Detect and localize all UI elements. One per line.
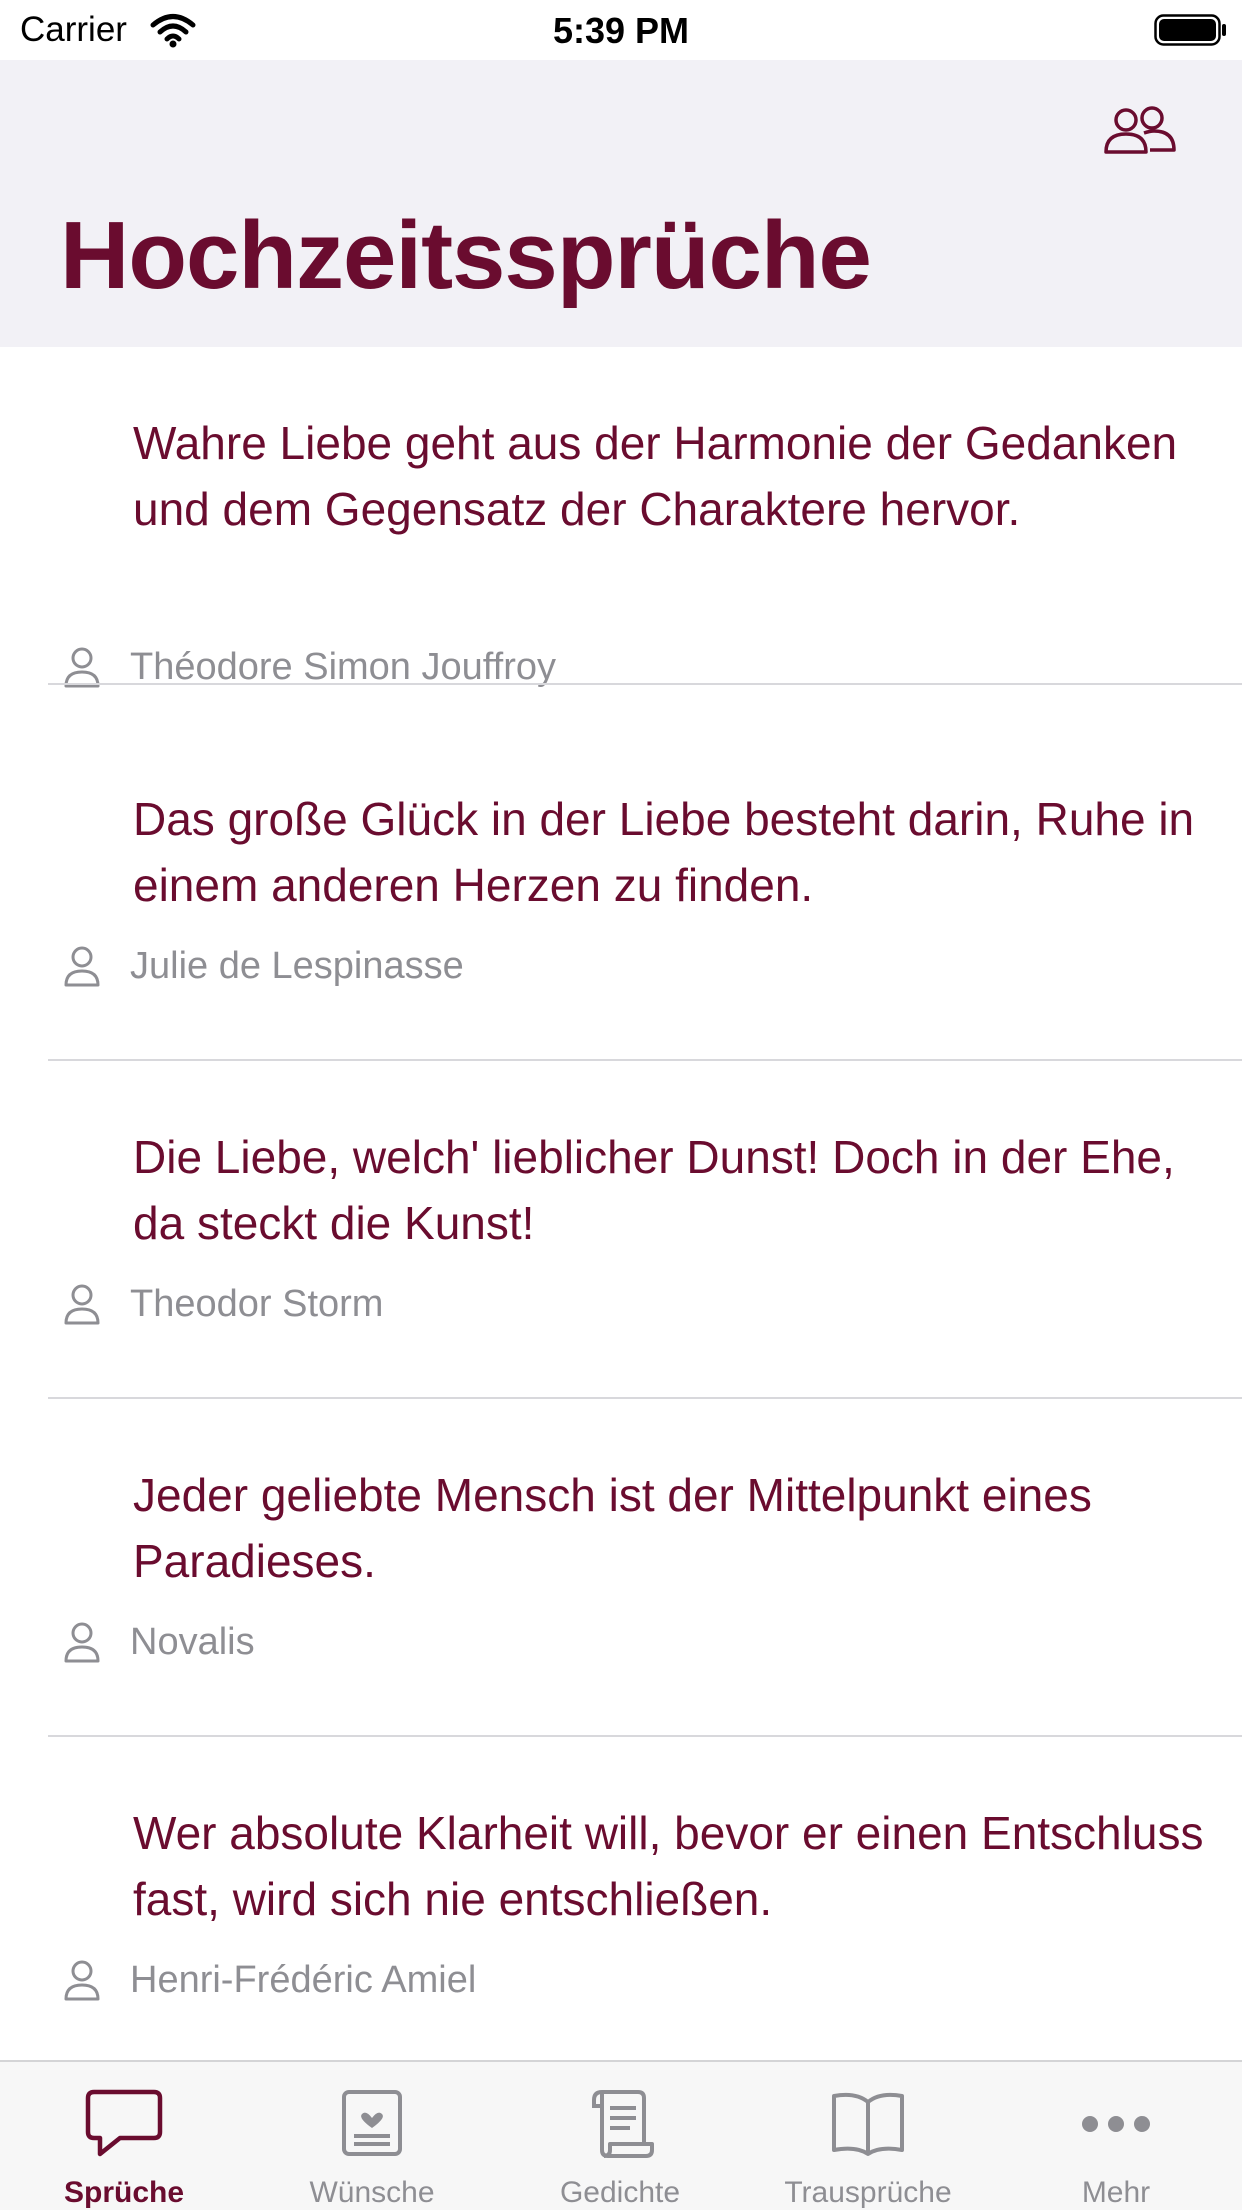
tab-wuensche[interactable]: Wünsche — [248, 2062, 496, 2210]
author-name: Theodor Storm — [130, 1282, 384, 1325]
quote-text: Wer absolute Klarheit will, bevor er ein… — [133, 1807, 1204, 1925]
tab-bar: Sprüche Wünsche Gedichte Trausprüche Meh… — [0, 2060, 1242, 2210]
author-row: Henri-Frédéric Amiel — [62, 1957, 476, 2003]
quote-text: Jeder geliebte Mensch ist der Mittelpunk… — [133, 1469, 1092, 1587]
tab-label: Trausprüche — [784, 2176, 952, 2209]
tab-label: Sprüche — [63, 2176, 185, 2209]
tab-trausprueche[interactable]: Trausprüche — [744, 2062, 992, 2210]
authors-button[interactable] — [1100, 100, 1180, 160]
tab-sprueche[interactable]: Sprüche — [0, 2062, 248, 2210]
more-icon — [1082, 2116, 1150, 2132]
quote-text: Die Liebe, welch' lieblicher Dunst! Doch… — [133, 1131, 1175, 1249]
page-title: Hochzeitssprüche — [60, 202, 872, 309]
tab-label: Mehr — [1081, 2176, 1151, 2209]
person-icon — [64, 1960, 100, 2001]
status-time: 5:39 PM — [552, 10, 690, 51]
tab-label: Gedichte — [559, 2176, 681, 2209]
battery-icon — [1154, 14, 1226, 46]
quote-item[interactable]: Wer absolute Klarheit will, bevor er ein… — [0, 1737, 1242, 2060]
quote-item[interactable]: Das große Glück in der Liebe besteht dar… — [0, 723, 1242, 1061]
quote-item[interactable]: Die Liebe, welch' lieblicher Dunst! Doch… — [0, 1061, 1242, 1399]
card-icon — [342, 2090, 402, 2156]
person-icon — [64, 1284, 100, 1325]
speech-bubble-icon — [85, 2089, 163, 2157]
quote-item[interactable]: Wahre Liebe geht aus der Harmonie der Ge… — [0, 347, 1242, 688]
book-icon — [832, 2092, 904, 2156]
person-icon — [64, 946, 100, 987]
navigation-header: Hochzeitssprüche — [0, 60, 1242, 347]
tab-mehr[interactable]: Mehr — [992, 2062, 1240, 2210]
status-bar: Carrier 5:39 PM — [0, 0, 1242, 60]
quote-text: Das große Glück in der Liebe besteht dar… — [133, 793, 1195, 911]
author-row: Theodor Storm — [62, 1281, 383, 1327]
people-icon — [1104, 106, 1176, 154]
author-name: Julie de Lespinasse — [130, 944, 464, 987]
quote-text: Wahre Liebe geht aus der Harmonie der Ge… — [133, 417, 1178, 535]
author-row: Julie de Lespinasse — [62, 943, 464, 989]
tab-label: Wünsche — [309, 2176, 435, 2209]
person-icon — [64, 1622, 100, 1663]
quote-list[interactable]: Wahre Liebe geht aus der Harmonie der Ge… — [0, 347, 1242, 2060]
author-name: Novalis — [130, 1620, 255, 1663]
author-row: Novalis — [62, 1619, 255, 1665]
tab-gedichte[interactable]: Gedichte — [496, 2062, 744, 2210]
row-separator — [48, 683, 1242, 685]
scroll-icon — [592, 2090, 654, 2158]
quote-item[interactable]: Jeder geliebte Mensch ist der Mittelpunk… — [0, 1399, 1242, 1737]
author-name: Henri-Frédéric Amiel — [130, 1958, 477, 2001]
